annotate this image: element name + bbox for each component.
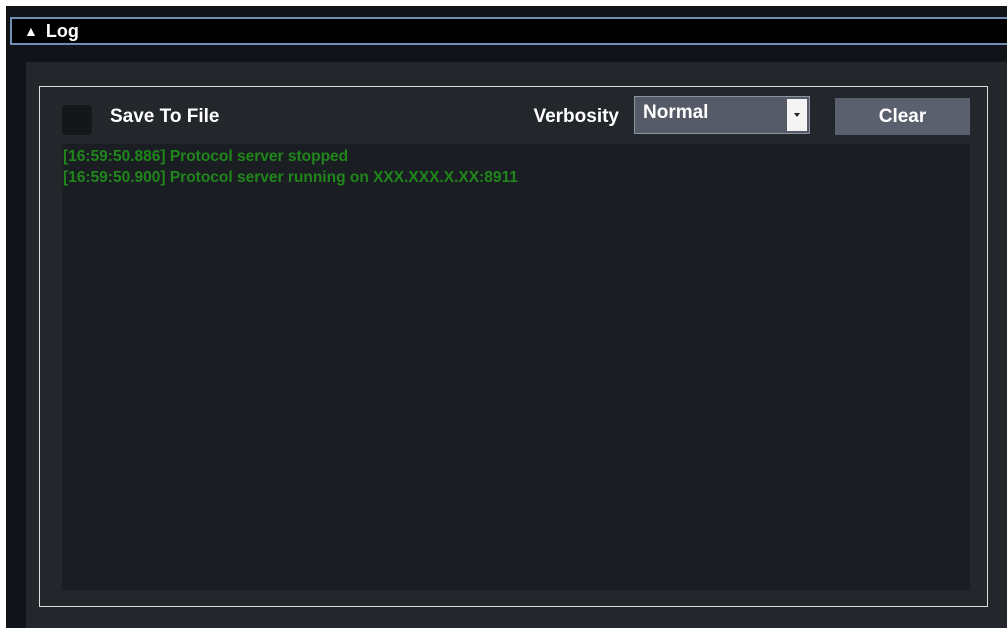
save-to-file-checkbox[interactable] <box>62 105 92 135</box>
verbosity-select[interactable]: Normal <box>634 96 810 134</box>
log-line: [16:59:50.900] Protocol server running o… <box>63 169 518 186</box>
dropdown-arrow-button[interactable] <box>787 99 807 131</box>
log-line: [16:59:50.886] Protocol server stopped <box>63 148 349 165</box>
collapse-triangle-icon[interactable]: ▲ <box>24 24 38 38</box>
verbosity-label: Verbosity <box>533 106 619 127</box>
chevron-down-icon <box>794 113 800 117</box>
panel-title: Log <box>45 20 79 41</box>
log-window: ▲ Log Save To File Verbosity Normal Clea… <box>0 0 1007 628</box>
save-to-file-label[interactable]: Save To File <box>110 105 219 129</box>
log-panel-header[interactable]: ▲ Log <box>10 17 1007 45</box>
verbosity-selected-value: Normal <box>643 102 709 123</box>
log-output[interactable]: [16:59:50.886] Protocol server stopped [… <box>62 144 970 590</box>
clear-button[interactable]: Clear <box>835 98 970 135</box>
